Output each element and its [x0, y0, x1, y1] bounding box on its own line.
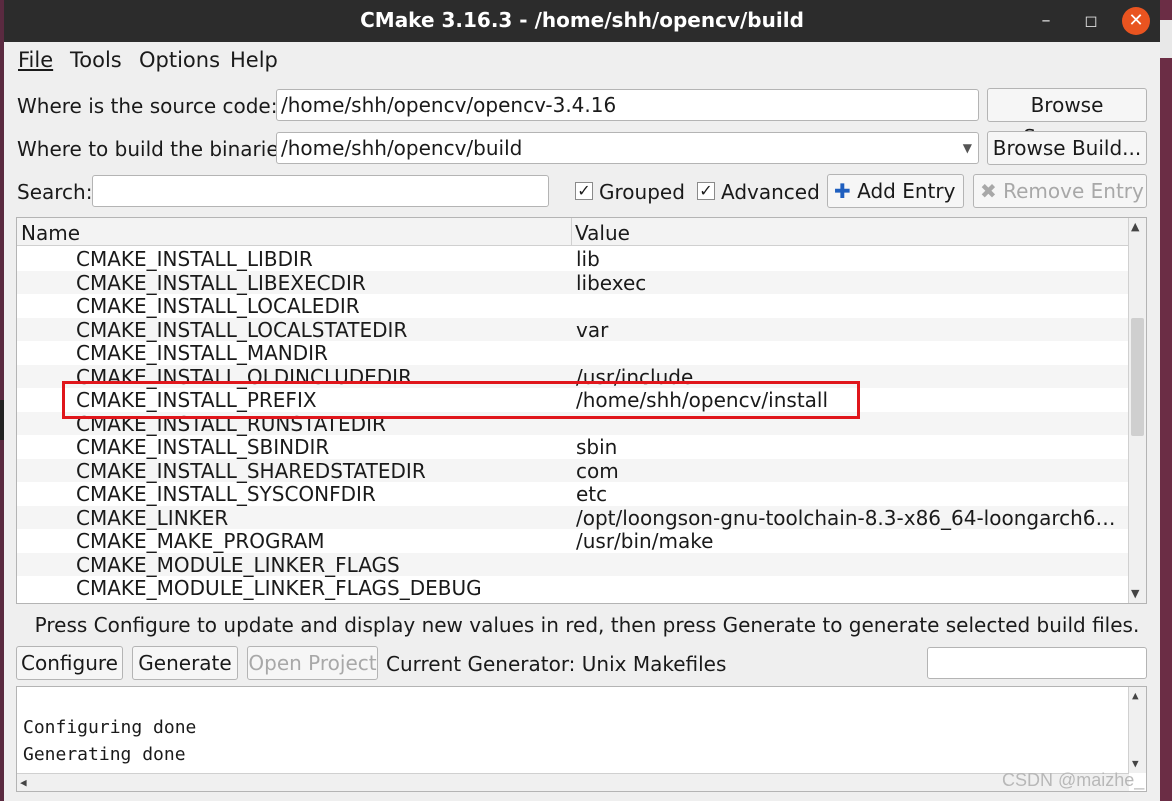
search-label: Search: — [17, 180, 93, 204]
search-input[interactable] — [92, 175, 549, 207]
table-row[interactable]: CMAKE_MODULE_LINKER_FLAGS — [17, 552, 1129, 577]
entry-value[interactable]: lib — [576, 247, 1116, 271]
table-row[interactable]: CMAKE_INSTALL_LOCALEDIR — [17, 294, 1129, 318]
entry-name: CMAKE_INSTALL_LOCALSTATEDIR — [76, 317, 408, 342]
chevron-down-icon[interactable]: ▼ — [963, 133, 972, 163]
window-title: CMake 3.16.3 - /home/shh/opencv/build — [360, 8, 804, 32]
desktop-edge-item — [1160, 20, 1172, 58]
remove-entry-button[interactable]: ✖ Remove Entry — [973, 174, 1147, 208]
menu-tools[interactable]: Tools — [70, 48, 122, 72]
grouped-label: Grouped — [599, 180, 685, 204]
entry-name: CMAKE_LINKER — [76, 505, 229, 530]
scroll-left-icon[interactable]: ◀ — [20, 776, 27, 789]
table-row[interactable]: CMAKE_MODULE_LINKER_FLAGS_DEBUG — [17, 576, 1129, 600]
scroll-down-icon[interactable]: ▼ — [1131, 587, 1139, 600]
entry-name: CMAKE_INSTALL_LIBDIR — [76, 247, 313, 271]
hint-text: Press Configure to update and display ne… — [34, 613, 1140, 637]
entry-value[interactable]: etc — [576, 482, 1116, 506]
open-project-button[interactable]: Open Project — [247, 646, 378, 680]
build-path-value: /home/shh/opencv/build — [281, 136, 523, 160]
menu-options[interactable]: Options — [139, 48, 220, 72]
output-log[interactable]: Configuring done Generating done ▲ ▼ ◀ — [16, 686, 1147, 792]
advanced-checkbox[interactable]: ✓ — [697, 182, 715, 200]
build-label: Where to build the binaries: — [17, 137, 296, 161]
table-row[interactable]: CMAKE_INSTALL_SHAREDSTATEDIR com — [17, 458, 1129, 483]
cmake-window: CMake 3.16.3 - /home/shh/opencv/build – … — [4, 0, 1160, 801]
title-bar: CMake 3.16.3 - /home/shh/opencv/build – … — [4, 0, 1160, 42]
remove-entry-label: Remove Entry — [1003, 179, 1144, 203]
table-row[interactable]: CMAKE_MAKE_PROGRAM/usr/bin/make — [17, 529, 1129, 553]
configure-button[interactable]: Configure — [16, 646, 123, 680]
entry-name: CMAKE_INSTALL_SYSCONFDIR — [76, 482, 376, 506]
column-header-name[interactable]: Name — [21, 221, 80, 245]
entry-name: CMAKE_INSTALL_MANDIR — [76, 341, 328, 365]
generator-filter-input[interactable] — [927, 647, 1147, 679]
entry-name: CMAKE_INSTALL_LIBEXECDIR — [76, 270, 366, 295]
source-label: Where is the source code: — [17, 94, 278, 118]
remove-icon: ✖ — [980, 179, 997, 203]
highlight-box — [62, 381, 860, 419]
table-row[interactable]: CMAKE_INSTALL_SBINDIR sbin — [17, 435, 1129, 459]
add-entry-button[interactable]: ✚ Add Entry — [827, 174, 964, 208]
entry-name: CMAKE_INSTALL_SHAREDSTATEDIR — [76, 458, 426, 483]
entry-value[interactable]: com — [576, 459, 1116, 483]
table-row[interactable]: CMAKE_LINKER/opt/loongson-gnu-toolchain-… — [17, 505, 1129, 530]
menu-file[interactable]: File — [18, 48, 53, 72]
minimize-button[interactable]: – — [1032, 7, 1060, 35]
entry-name: CMAKE_INSTALL_SBINDIR — [76, 435, 330, 459]
scroll-up-icon[interactable]: ▲ — [1131, 220, 1139, 233]
desktop-edge — [1160, 0, 1172, 801]
entry-value[interactable]: libexec — [576, 271, 1116, 295]
browse-source-button[interactable]: Browse Source... — [987, 88, 1147, 149]
entry-name: CMAKE_MAKE_PROGRAM — [76, 529, 325, 553]
grouped-checkbox[interactable]: ✓ — [575, 182, 593, 200]
watermark: CSDN @maizhe_ — [1002, 770, 1145, 790]
advanced-label: Advanced — [721, 180, 820, 204]
table-row[interactable]: CMAKE_INSTALL_SYSCONFDIR etc — [17, 482, 1129, 506]
table-row[interactable]: CMAKE_INSTALL_MANDIR — [17, 341, 1129, 365]
column-header-value[interactable]: Value — [575, 221, 630, 245]
table-row[interactable]: CMAKE_INSTALL_LOCALSTATEDIR var — [17, 317, 1129, 342]
entry-value[interactable]: /opt/loongson-gnu-toolchain-8.3-x86_64-l… — [576, 506, 1116, 530]
table-row[interactable]: CMAKE_INSTALL_LIBEXECDIR libexec — [17, 270, 1129, 295]
log-line: Generating done — [23, 744, 186, 765]
entry-name: CMAKE_MODULE_LINKER_FLAGS — [76, 552, 400, 577]
current-generator-label: Current Generator: Unix Makefiles — [386, 652, 727, 676]
table-body: CMAKE_INSTALL_LIBDIR lib CMAKE_INSTALL_LIB… — [17, 247, 1129, 602]
entry-name: CMAKE_INSTALL_LOCALEDIR — [76, 294, 360, 318]
entry-value[interactable]: sbin — [576, 435, 1116, 459]
source-path-input[interactable]: /home/shh/opencv/opencv-3.4.16 — [276, 89, 979, 121]
log-line: Configuring done — [23, 717, 197, 738]
menu-bar: File Tools Options Help — [4, 44, 1160, 76]
table-header: Name Value — [17, 218, 1129, 246]
generate-button[interactable]: Generate — [132, 646, 238, 680]
close-button[interactable]: ✕ — [1122, 7, 1150, 35]
table-scrollbar[interactable]: ▲ ▼ — [1128, 218, 1146, 603]
scroll-up-icon[interactable]: ▲ — [1132, 689, 1139, 702]
entry-value[interactable]: /usr/bin/make — [576, 529, 1116, 553]
log-horizontal-scrollbar[interactable]: ◀ — [17, 773, 1129, 791]
plus-icon: ✚ — [834, 179, 851, 203]
build-path-combobox[interactable]: /home/shh/opencv/build ▼ — [276, 132, 979, 164]
table-row[interactable]: CMAKE_INSTALL_LIBDIR lib — [17, 247, 1129, 271]
log-vertical-scrollbar[interactable]: ▲ ▼ — [1128, 687, 1146, 773]
scroll-down-icon[interactable]: ▼ — [1132, 757, 1139, 770]
entry-value[interactable]: var — [576, 318, 1116, 342]
add-entry-label: Add Entry — [857, 179, 956, 203]
column-divider[interactable] — [571, 218, 572, 246]
browse-build-button[interactable]: Browse Build... — [987, 131, 1147, 165]
menu-help[interactable]: Help — [230, 48, 278, 72]
scrollbar-thumb[interactable] — [1131, 318, 1144, 436]
maximize-button[interactable]: ◻ — [1077, 7, 1105, 35]
entry-name: CMAKE_MODULE_LINKER_FLAGS_DEBUG — [76, 576, 482, 600]
